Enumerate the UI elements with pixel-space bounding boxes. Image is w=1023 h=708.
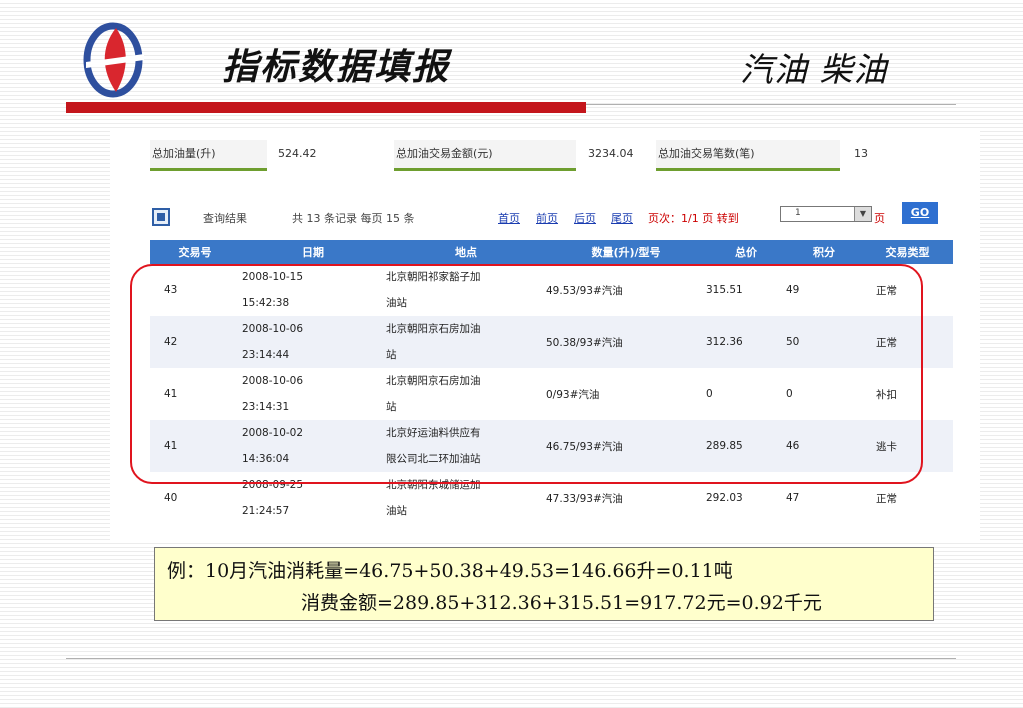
go-button[interactable]: GO [902, 202, 938, 224]
chevron-down-icon[interactable]: ▼ [854, 207, 871, 221]
record-info: 共 13 条记录 每页 15 条 [292, 212, 415, 225]
page-title: 指标数据填报 [222, 46, 451, 88]
header-date[interactable]: 日期 [240, 240, 386, 264]
divider-bottom [66, 658, 956, 659]
summary-value-count: 13 [854, 147, 868, 160]
page-suffix: 页 [874, 212, 885, 225]
highlight-oval [130, 264, 923, 484]
header-location[interactable]: 地点 [386, 240, 546, 264]
query-toolbar: 查询结果 共 13 条记录 每页 15 条 首页 前页 后页 尾页 页次：1/1… [150, 202, 950, 230]
summary-label-volume: 总加油量(升) [150, 140, 267, 171]
page-select-value: 1 [795, 208, 801, 218]
cell-date-time: 21:24:57 [242, 505, 290, 517]
divider-top [586, 104, 956, 105]
note-line-1: 例：10月汽油消耗量=46.75+50.38+49.53=146.66升=0.1… [167, 560, 733, 582]
summary-label-count: 总加油交易笔数(笔) [656, 140, 840, 171]
header-type[interactable]: 交易类型 [862, 240, 953, 264]
screenshot-panel: 总加油量(升) 524.42 总加油交易金额(元) 3234.04 总加油交易笔… [110, 130, 980, 540]
note-line-2: 消费金额=289.85+312.36+315.51=917.72元=0.92千元 [301, 592, 822, 614]
company-logo [83, 22, 144, 98]
cell-location-line2: 油站 [386, 505, 407, 517]
summary-value-volume: 524.42 [278, 147, 317, 160]
example-note: 例：10月汽油消耗量=46.75+50.38+49.53=146.66升=0.1… [154, 547, 934, 621]
summary-bar: 总加油量(升) 524.42 总加油交易金额(元) 3234.04 总加油交易笔… [150, 140, 950, 171]
fuel-types: 汽油 柴油 [740, 50, 888, 89]
query-result-label: 查询结果 [203, 212, 247, 225]
header-id[interactable]: 交易号 [150, 240, 240, 264]
title-underline [66, 102, 586, 113]
prev-page-link[interactable]: 前页 [536, 210, 558, 226]
header-quantity[interactable]: 数量(升)/型号 [546, 240, 706, 264]
first-page-link[interactable]: 首页 [498, 210, 520, 226]
page-select[interactable]: 1 ▼ [780, 206, 872, 222]
header-points[interactable]: 积分 [786, 240, 862, 264]
summary-label-amount: 总加油交易金额(元) [394, 140, 576, 171]
next-page-link[interactable]: 后页 [574, 210, 596, 226]
summary-value-amount: 3234.04 [588, 147, 634, 160]
header-total[interactable]: 总价 [706, 240, 786, 264]
page-info: 页次：1/1 页 转到 [648, 212, 739, 225]
table-header-row: 交易号 日期 地点 数量(升)/型号 总价 积分 交易类型 [150, 240, 953, 264]
fuel-pump-icon [152, 208, 170, 226]
last-page-link[interactable]: 尾页 [611, 210, 633, 226]
